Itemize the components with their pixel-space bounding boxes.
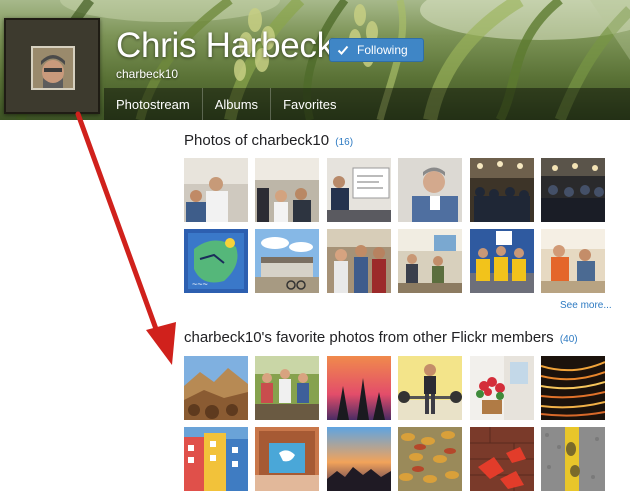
photo-thumbnail[interactable] bbox=[469, 229, 534, 293]
profile-nav: Photostream Albums Favorites bbox=[104, 88, 630, 120]
photo-thumbnail[interactable] bbox=[184, 158, 248, 222]
photo-thumbnail[interactable] bbox=[469, 356, 534, 420]
photo-thumbnail[interactable] bbox=[540, 356, 605, 420]
photo-thumbnail[interactable] bbox=[540, 427, 605, 491]
photo-thumbnail[interactable] bbox=[255, 158, 320, 222]
tab-photostream[interactable]: Photostream bbox=[104, 88, 203, 120]
photos-of-grid: ~~~ bbox=[184, 158, 605, 293]
photo-thumbnail[interactable] bbox=[540, 229, 605, 293]
favorites-title[interactable]: charbeck10's favorite photos from other … bbox=[184, 329, 554, 346]
photo-thumbnail[interactable] bbox=[255, 427, 320, 491]
photo-thumbnail[interactable] bbox=[255, 229, 320, 293]
profile-username: charbeck10 bbox=[116, 67, 179, 81]
photo-thumbnail[interactable] bbox=[326, 229, 391, 293]
following-button-label: Following bbox=[357, 43, 408, 57]
favorites-count[interactable]: (40) bbox=[560, 334, 578, 345]
profile-name: Chris Harbeck bbox=[116, 26, 334, 65]
tab-albums[interactable]: Albums bbox=[203, 88, 272, 120]
buddy-icon-frame[interactable] bbox=[4, 18, 100, 114]
svg-text:~~~: ~~~ bbox=[192, 279, 208, 289]
photo-thumbnail[interactable] bbox=[326, 158, 391, 222]
photo-thumbnail[interactable] bbox=[398, 158, 463, 222]
check-icon bbox=[337, 45, 349, 55]
photos-of-title[interactable]: Photos of charbeck10 bbox=[184, 132, 329, 149]
see-more-link[interactable]: See more... bbox=[560, 300, 612, 311]
photo-thumbnail[interactable]: ~~~ bbox=[184, 229, 248, 293]
avatar[interactable] bbox=[31, 46, 75, 90]
tab-favorites[interactable]: Favorites bbox=[271, 88, 348, 120]
photos-of-heading: Photos of charbeck10 (16) bbox=[184, 132, 353, 149]
photo-thumbnail[interactable] bbox=[469, 158, 534, 222]
photo-thumbnail[interactable] bbox=[398, 427, 463, 491]
photos-of-count[interactable]: (16) bbox=[335, 137, 353, 148]
photo-thumbnail[interactable] bbox=[184, 356, 248, 420]
favorites-grid bbox=[184, 356, 605, 491]
photo-thumbnail[interactable] bbox=[326, 427, 391, 491]
photo-thumbnail[interactable] bbox=[398, 356, 463, 420]
photo-thumbnail[interactable] bbox=[398, 229, 463, 293]
following-button[interactable]: Following bbox=[329, 38, 424, 62]
profile-header: Chris Harbeck charbeck10 Following Photo… bbox=[0, 0, 630, 120]
photo-thumbnail[interactable] bbox=[255, 356, 320, 420]
favorites-heading: charbeck10's favorite photos from other … bbox=[184, 329, 578, 346]
photo-thumbnail[interactable] bbox=[469, 427, 534, 491]
photo-thumbnail[interactable] bbox=[326, 356, 391, 420]
photo-thumbnail[interactable] bbox=[184, 427, 248, 491]
photo-thumbnail[interactable] bbox=[540, 158, 605, 222]
